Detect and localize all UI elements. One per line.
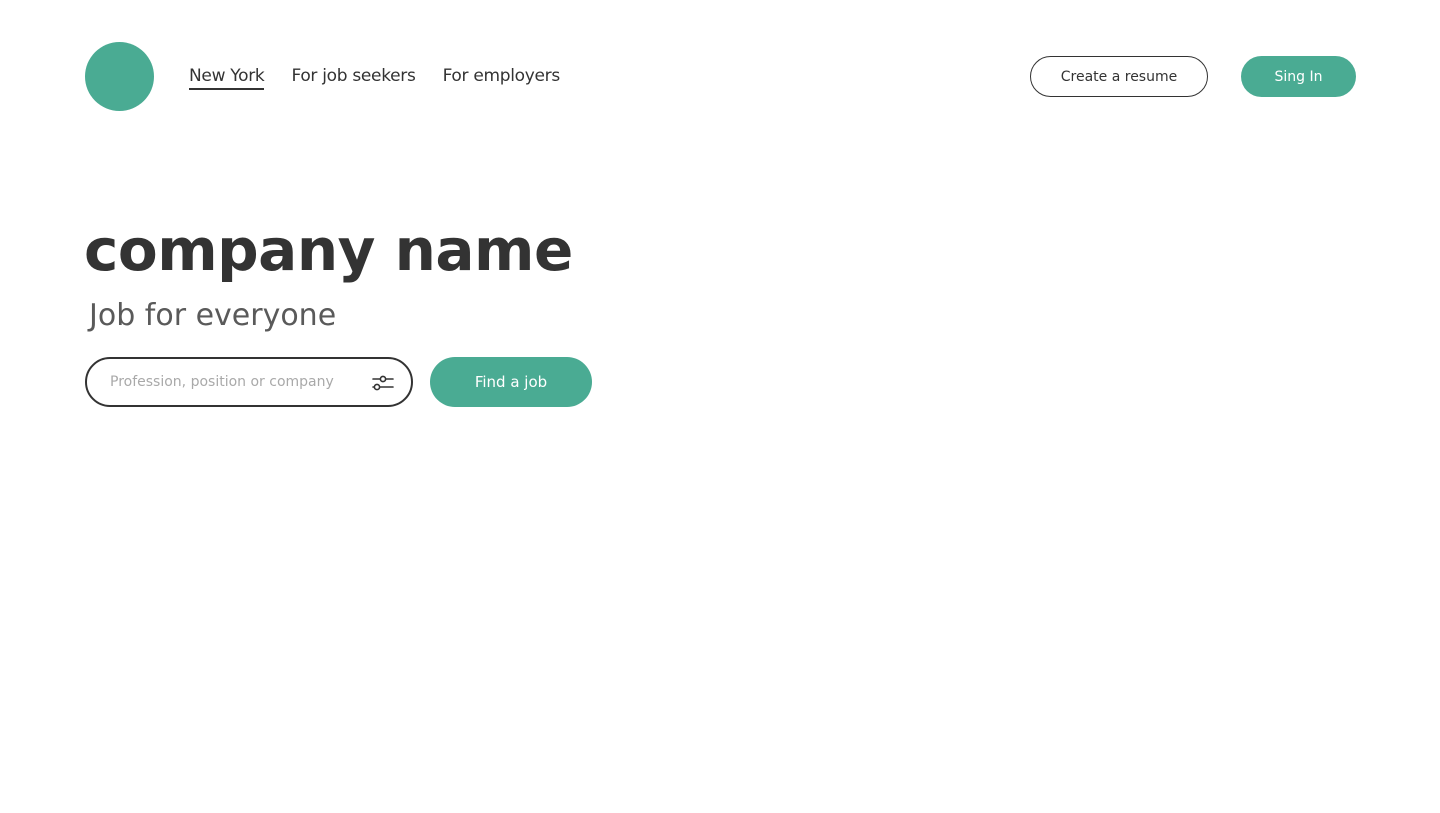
sign-in-button[interactable]: Sing In — [1241, 56, 1356, 97]
nav-link-city[interactable]: New York — [189, 64, 265, 90]
page-title: company name — [84, 216, 573, 284]
sliders-icon[interactable] — [371, 373, 395, 393]
nav-link-job-seekers[interactable]: For job seekers — [291, 64, 415, 90]
page-subtitle: Job for everyone — [89, 298, 337, 333]
search-box — [85, 357, 413, 407]
page: New York For job seekers For employers C… — [0, 0, 1440, 813]
search-input[interactable] — [110, 374, 362, 390]
main-nav: New York For job seekers For employers — [189, 64, 560, 90]
logo[interactable] — [85, 42, 154, 111]
find-job-button[interactable]: Find a job — [430, 357, 592, 407]
nav-link-employers[interactable]: For employers — [443, 64, 561, 90]
create-resume-button[interactable]: Create a resume — [1030, 56, 1208, 97]
